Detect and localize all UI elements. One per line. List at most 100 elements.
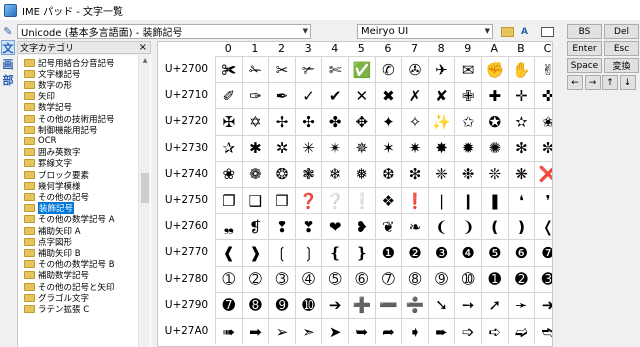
char-cell[interactable]: ❼ xyxy=(534,239,552,266)
char-cell[interactable]: ✻ xyxy=(507,134,535,161)
category-item[interactable]: グラゴル文字 xyxy=(24,292,89,304)
char-cell[interactable]: ✈ xyxy=(427,56,455,83)
category-item[interactable]: 補助矢印 A xyxy=(24,225,81,237)
char-cell[interactable]: ✃ xyxy=(294,56,322,83)
char-cell[interactable]: ❌ xyxy=(534,160,552,187)
char-cell[interactable]: ✵ xyxy=(348,134,375,161)
char-cell[interactable]: ❁ xyxy=(241,160,269,187)
font-size-icon[interactable]: A xyxy=(521,24,528,39)
char-cell[interactable]: ✦ xyxy=(374,108,402,135)
char-cell[interactable]: ✚ xyxy=(481,82,508,109)
char-cell[interactable]: ❡ xyxy=(241,213,269,240)
char-cell[interactable]: ➣ xyxy=(294,318,322,345)
char-cell[interactable]: ❊ xyxy=(481,160,508,187)
category-item[interactable]: 幾何学模様 xyxy=(24,180,81,192)
category-item[interactable]: ラテン拡張 C xyxy=(24,303,89,315)
char-cell[interactable]: ➇ xyxy=(401,265,428,292)
char-cell[interactable]: ✒ xyxy=(268,82,295,109)
char-cell[interactable]: ❢ xyxy=(268,213,295,240)
enter-button[interactable]: Enter xyxy=(567,41,602,56)
char-cell[interactable]: ✆ xyxy=(374,56,402,83)
char-cell[interactable]: ❕ xyxy=(348,187,375,214)
char-cell[interactable]: ✗ xyxy=(401,82,428,109)
char-cell[interactable]: ❩ xyxy=(454,213,481,240)
char-cell[interactable]: ❅ xyxy=(348,160,375,187)
char-cell[interactable]: ❫ xyxy=(507,213,535,240)
folder-open-icon[interactable] xyxy=(501,24,514,39)
backspace-button[interactable]: BS xyxy=(567,24,602,39)
char-cell[interactable]: ➂ xyxy=(268,265,295,292)
category-item[interactable]: 点字図形 xyxy=(24,236,72,248)
char-cell[interactable]: ❀ xyxy=(215,160,242,187)
font-select[interactable]: Meiryo UI ▼ xyxy=(357,24,493,39)
category-item[interactable]: 補助矢印 B xyxy=(24,247,81,259)
char-cell[interactable]: ✥ xyxy=(348,108,375,135)
char-cell[interactable]: ❖ xyxy=(374,187,402,214)
category-item[interactable]: 囲み英数字 xyxy=(24,147,81,158)
char-cell[interactable]: ✂ xyxy=(268,56,295,83)
char-cell[interactable]: ➘ xyxy=(427,291,455,318)
char-cell[interactable]: ✸ xyxy=(427,134,455,161)
char-list-icon[interactable]: 文 xyxy=(1,40,15,55)
char-cell[interactable]: ➒ xyxy=(268,291,295,318)
char-cell[interactable]: ❔ xyxy=(321,187,348,214)
handwriting-icon[interactable]: ✎ xyxy=(1,24,15,39)
char-cell[interactable]: ❶ xyxy=(374,239,402,266)
char-cell[interactable]: ✰ xyxy=(215,134,242,161)
char-cell[interactable]: ➈ xyxy=(427,265,455,292)
char-cell[interactable]: ✳ xyxy=(294,134,322,161)
char-cell[interactable]: ✺ xyxy=(481,134,508,161)
space-button[interactable]: Space xyxy=(567,58,602,73)
char-cell[interactable]: ✨ xyxy=(427,108,455,135)
category-item[interactable]: 装飾記号 xyxy=(24,202,75,215)
down-arrow-button[interactable]: ↓ xyxy=(619,75,636,90)
char-cell[interactable]: ❚ xyxy=(481,187,508,214)
char-cell[interactable]: ➖ xyxy=(374,291,402,318)
char-cell[interactable]: ❻ xyxy=(507,239,535,266)
char-cell[interactable]: ✪ xyxy=(481,108,508,135)
char-cell[interactable]: ❰ xyxy=(215,239,242,266)
char-cell[interactable]: ➫ xyxy=(507,318,535,345)
escape-button[interactable]: Esc xyxy=(604,41,639,56)
char-cell[interactable]: ➬ xyxy=(534,318,552,345)
char-cell[interactable]: ❷ xyxy=(401,239,428,266)
char-cell[interactable]: ➢ xyxy=(268,318,295,345)
scrollbar-thumb[interactable] xyxy=(141,173,149,203)
convert-button[interactable]: 変換 xyxy=(604,58,639,73)
right-arrow-button[interactable]: → xyxy=(584,75,601,90)
char-cell[interactable]: ✠ xyxy=(215,108,242,135)
char-cell[interactable]: ❳ xyxy=(294,239,322,266)
char-cell[interactable]: ✱ xyxy=(241,134,269,161)
char-cell[interactable]: ➕ xyxy=(348,291,375,318)
strokes-icon[interactable]: 画 xyxy=(1,56,15,71)
char-cell[interactable]: ➜ xyxy=(534,291,552,318)
char-cell[interactable]: ❦ xyxy=(374,213,402,240)
view-toggle-icon[interactable] xyxy=(541,24,554,39)
char-cell[interactable]: ❜ xyxy=(534,187,552,214)
category-scrollbar[interactable]: ▲ xyxy=(138,55,150,347)
char-cell[interactable]: ➪ xyxy=(481,318,508,345)
char-cell[interactable]: ✹ xyxy=(454,134,481,161)
char-cell[interactable]: ✲ xyxy=(268,134,295,161)
char-cell[interactable]: ❒ xyxy=(268,187,295,214)
char-cell[interactable]: ❘ xyxy=(427,187,455,214)
char-cell[interactable]: ❛ xyxy=(507,187,535,214)
chevron-down-icon[interactable]: ▼ xyxy=(485,25,490,38)
char-cell[interactable]: ➔ xyxy=(321,291,348,318)
char-cell[interactable]: ❹ xyxy=(454,239,481,266)
char-cell[interactable]: ✑ xyxy=(241,82,269,109)
char-cell[interactable]: ❴ xyxy=(321,239,348,266)
char-cell[interactable]: ✷ xyxy=(401,134,428,161)
char-cell[interactable]: ✓ xyxy=(294,82,322,109)
char-cell[interactable]: ➌ xyxy=(534,265,552,292)
char-cell[interactable]: ❙ xyxy=(454,187,481,214)
char-cell[interactable]: ✫ xyxy=(507,108,535,135)
category-item[interactable]: 矢印 xyxy=(24,91,55,102)
char-cell[interactable]: ✤ xyxy=(321,108,348,135)
scroll-up-icon[interactable]: ▲ xyxy=(139,55,151,67)
char-cell[interactable]: ➙ xyxy=(454,291,481,318)
category-item[interactable]: 数字の形 xyxy=(24,79,72,91)
char-cell[interactable]: ➆ xyxy=(374,265,402,292)
category-item[interactable]: 罫線文字 xyxy=(24,158,72,169)
char-cell[interactable]: ✉ xyxy=(454,56,481,83)
